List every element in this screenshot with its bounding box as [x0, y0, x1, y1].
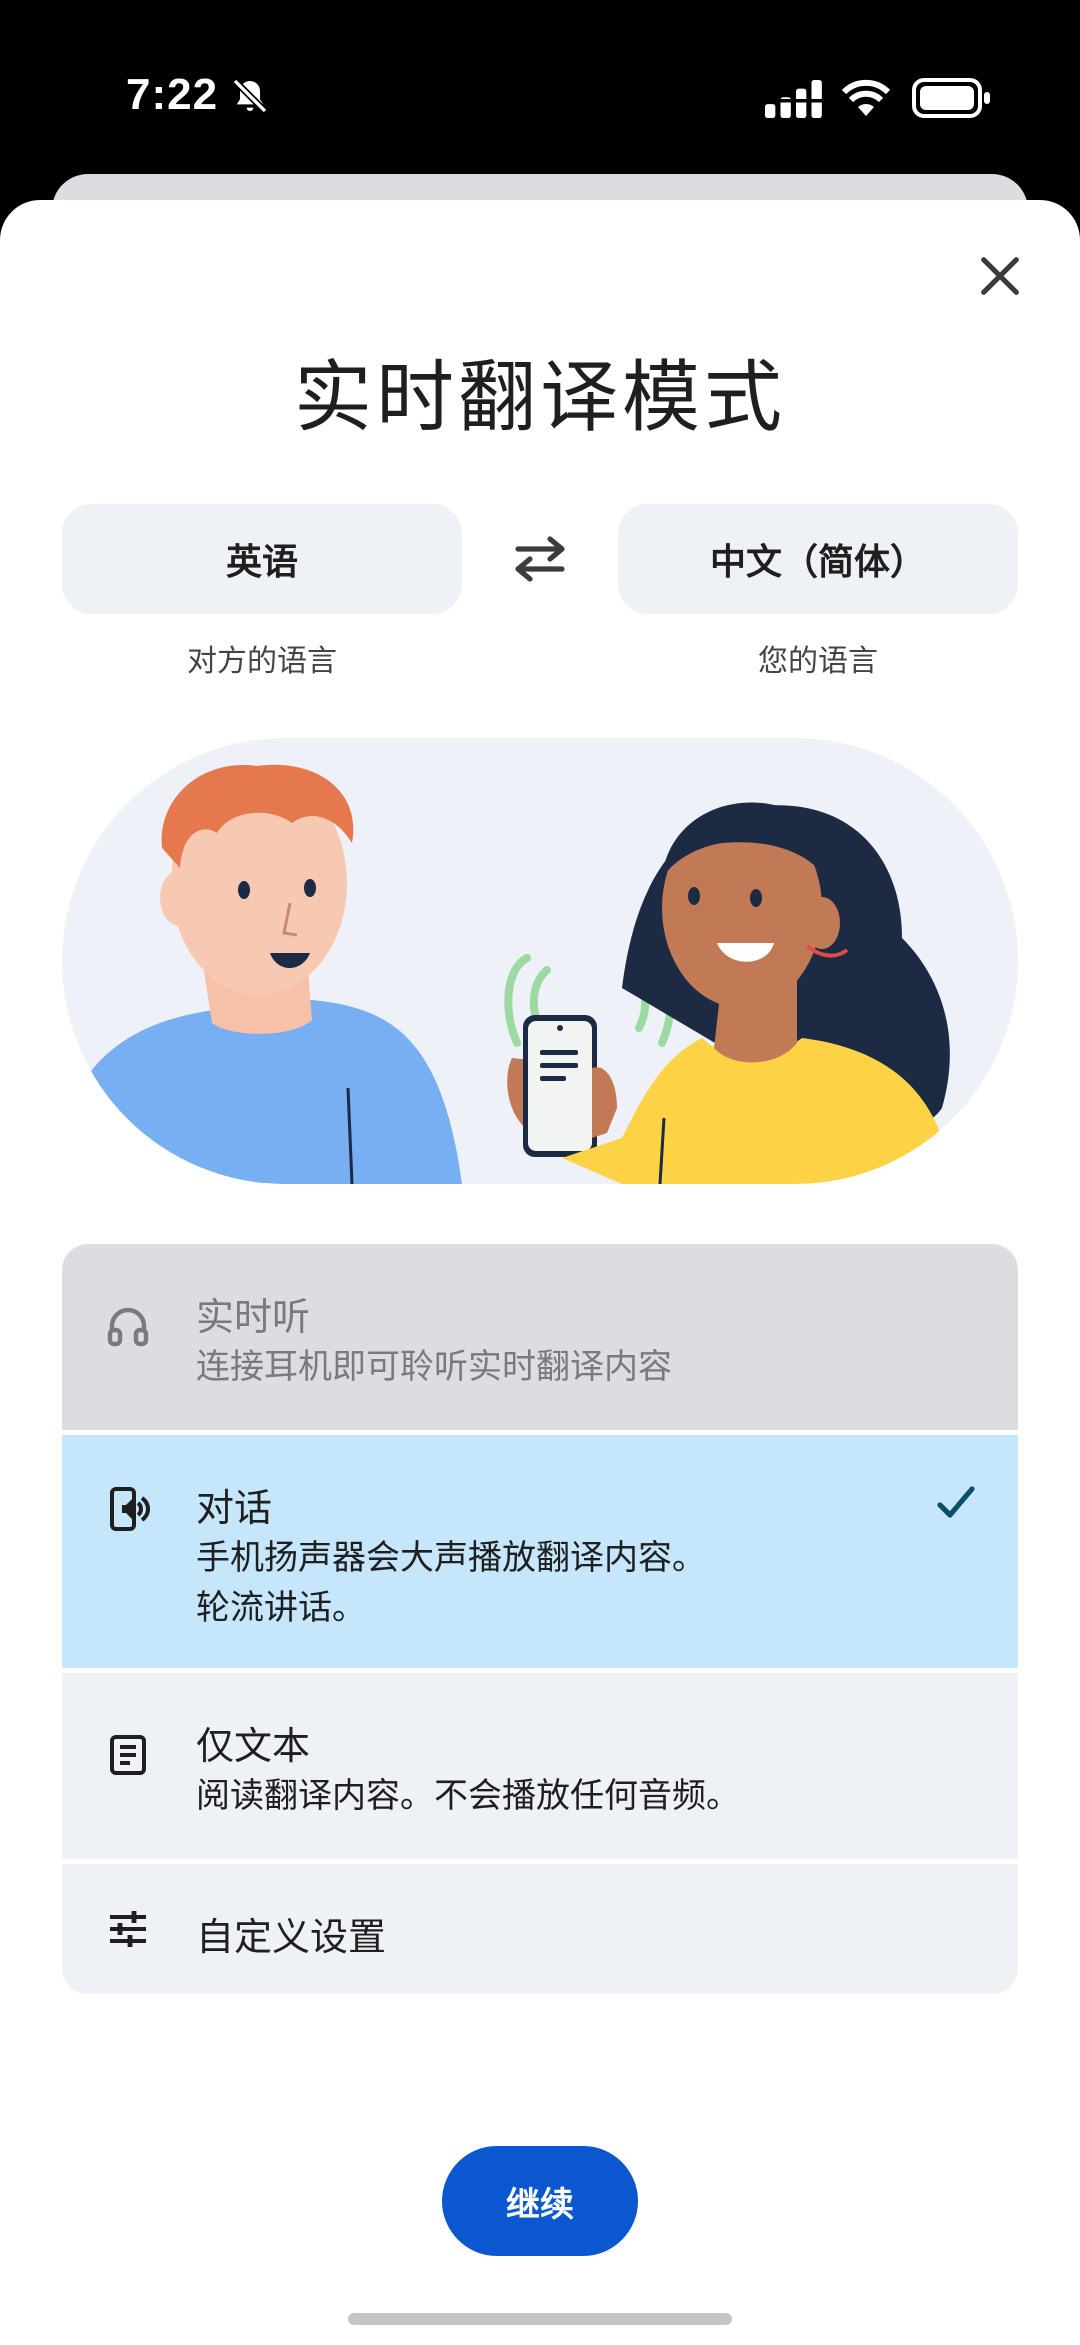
- mode-title: 对话: [196, 1486, 273, 1530]
- mode-title: 实时听: [196, 1295, 311, 1339]
- document-icon: [110, 1735, 146, 1775]
- checkmark-icon: [937, 1486, 975, 1518]
- swap-languages-icon[interactable]: [510, 532, 570, 586]
- mode-title: 仅文本: [196, 1724, 311, 1768]
- sliders-icon: [110, 1911, 146, 1947]
- headphones-icon: [107, 1307, 149, 1347]
- mode-option-text-only[interactable]: 仅文本 阅读翻译内容。不会播放任何音频。: [62, 1673, 1018, 1859]
- phone-speaker-icon: [110, 1487, 150, 1531]
- mode-title: 自定义设置: [196, 1915, 387, 1959]
- battery-icon: [912, 78, 990, 118]
- page-title: 实时翻译模式: [293, 353, 786, 443]
- mode-description: 连接耳机即可聆听实时翻译内容: [196, 1347, 672, 1387]
- mode-description-line-2: 轮流讲话。: [196, 1588, 366, 1628]
- close-icon[interactable]: [972, 248, 1028, 304]
- mode-option-conversation[interactable]: 对话 手机扬声器会大声播放翻译内容。 轮流讲话。: [62, 1435, 1018, 1668]
- continue-button[interactable]: 继续: [442, 2146, 638, 2256]
- status-bar: 7:22: [0, 0, 1080, 190]
- mode-option-live-listen[interactable]: 实时听 连接耳机即可聆听实时翻译内容: [62, 1244, 1018, 1430]
- mode-option-custom-settings[interactable]: 自定义设置: [62, 1864, 1018, 1994]
- wifi-icon: [841, 79, 891, 116]
- mode-description-line-1: 手机扬声器会大声播放翻译内容。: [196, 1538, 706, 1578]
- source-language-button[interactable]: 英语: [62, 504, 462, 614]
- status-time: 7:22: [126, 70, 219, 119]
- cellular-signal-icon: [765, 80, 827, 118]
- target-language-button[interactable]: 中文（简体）: [618, 504, 1018, 614]
- source-language-caption: 对方的语言: [187, 644, 337, 679]
- home-indicator[interactable]: [348, 2313, 732, 2325]
- bell-muted-icon: [232, 78, 268, 114]
- woman-illustration: [562, 802, 952, 1184]
- mode-options-list: 实时听 连接耳机即可聆听实时翻译内容 对话 手机扬声器会大声播放翻译内容。 轮流…: [62, 1244, 1018, 1994]
- target-language-caption: 您的语言: [758, 644, 878, 679]
- conversation-illustration: [62, 738, 1018, 1184]
- mode-description: 阅读翻译内容。不会播放任何音频。: [196, 1776, 740, 1816]
